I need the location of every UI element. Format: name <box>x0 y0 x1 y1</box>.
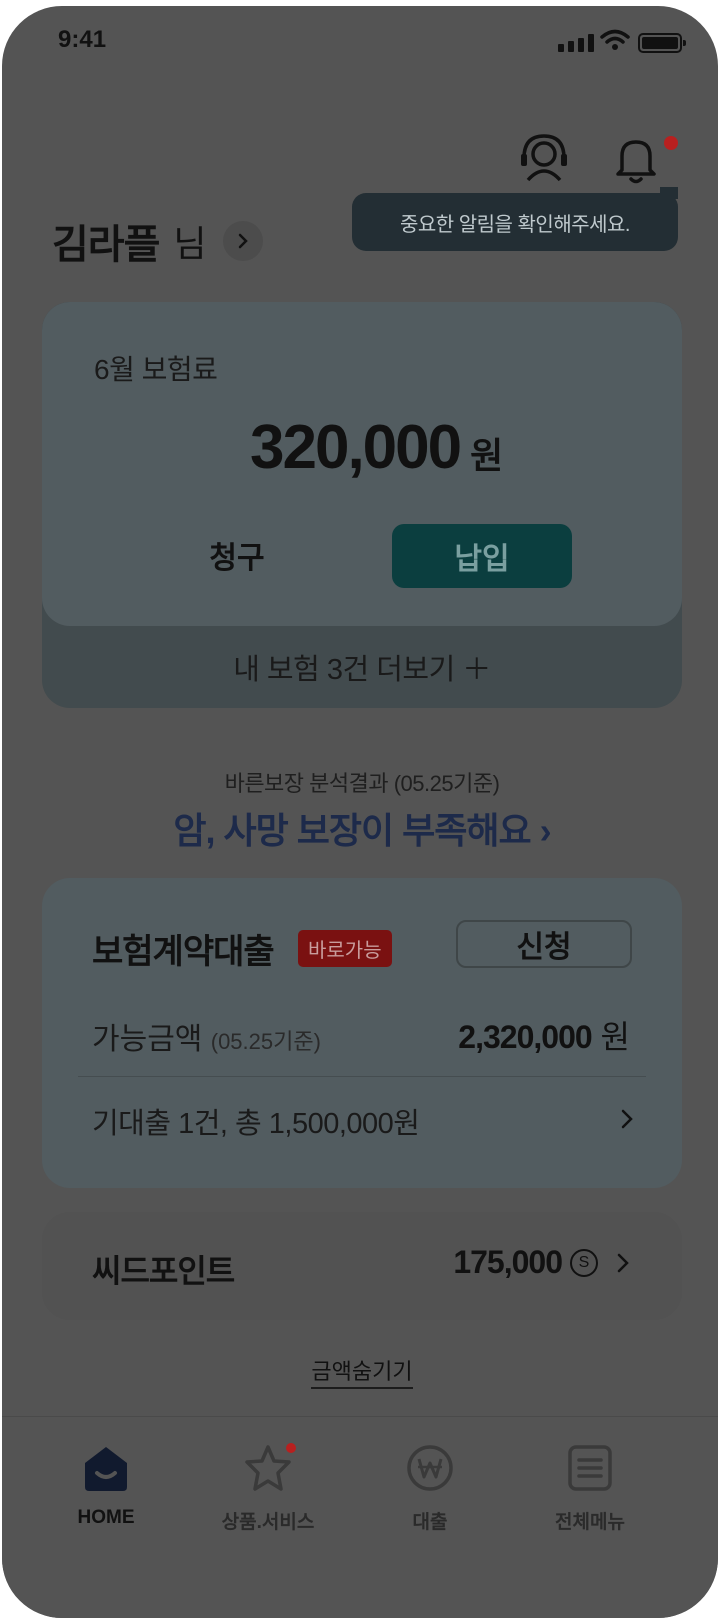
user-suffix: 님 <box>173 223 207 264</box>
existing-loan-text[interactable]: 기대출 1건, 총 1,500,000원 <box>92 1100 420 1142</box>
status-time: 9:41 <box>58 26 107 53</box>
battery-icon <box>638 33 686 53</box>
tooltip-text: 중요한 알림을 확인해주세요. <box>400 213 630 236</box>
user-name: 김라플 <box>52 223 160 267</box>
premium-amount: 320,000 원 <box>250 412 503 483</box>
hide-amount-label: 금액숨기기 <box>311 1359 413 1389</box>
point-balance: 175,000 S <box>453 1244 630 1281</box>
point-symbol-icon: S <box>570 1248 598 1277</box>
available-amount-value: 2,320,000 <box>458 1019 592 1055</box>
tab-new-badge-dot <box>286 1443 296 1453</box>
tab-label: 전체메뉴 <box>555 1512 625 1533</box>
tab-label: 상품.서비스 <box>221 1512 315 1533</box>
available-label-text: 가능금액 <box>92 1023 203 1056</box>
premium-month-label: 6월 보험료 <box>94 354 218 385</box>
pay-button[interactable]: 납입 <box>392 524 572 588</box>
signal-icon <box>558 34 594 52</box>
user-greeting[interactable]: 김라플 님 <box>52 212 263 270</box>
analysis-subtitle: 바른보장 분석결과 (05.25기준) <box>224 771 500 796</box>
status-bar: 9:41 <box>2 6 718 86</box>
point-value: 175,000 <box>453 1244 563 1280</box>
point-title: 씨드포인트 <box>92 1253 235 1289</box>
loan-title: 보험계약대출 <box>92 933 275 971</box>
available-amount-label: 가능금액 (05.25기준) <box>92 1014 321 1058</box>
loan-available-badge: 바로가능 <box>298 930 392 967</box>
notification-bell-icon[interactable] <box>612 134 660 186</box>
notification-tooltip[interactable]: 중요한 알림을 확인해주세요. <box>352 187 678 251</box>
premium-summary: 6월 보험료 320,000 원 청구 납입 <box>42 302 682 626</box>
tab-label: 대출 <box>412 1512 448 1533</box>
star-icon <box>245 1445 291 1491</box>
menu-icon <box>568 1445 612 1491</box>
available-amount-unit: 원 <box>600 1019 630 1055</box>
tab-full-menu[interactable]: 전체메뉴 <box>510 1443 670 1534</box>
tab-products-services[interactable]: 상품.서비스 <box>188 1443 348 1534</box>
phone-screen: 9:41 중요한 알림을 확인해주세요. 김라플 님 6월 보험료 320,00… <box>2 6 718 1618</box>
wifi-icon <box>600 29 630 50</box>
notification-badge-dot <box>664 136 678 150</box>
claim-button[interactable]: 청구 <box>172 524 302 586</box>
available-amount: 2,320,000 원 <box>458 1012 630 1058</box>
more-insurance-button[interactable]: 내 보험 3건 더보기 ＋ <box>42 626 682 708</box>
customer-support-icon[interactable] <box>518 132 570 184</box>
loan-apply-button[interactable]: 신청 <box>456 920 632 968</box>
premium-amount-value: 320,000 <box>250 413 462 482</box>
chevron-right-icon[interactable] <box>620 1108 634 1130</box>
home-icon <box>85 1447 127 1491</box>
tab-home[interactable]: HOME <box>26 1443 186 1529</box>
tab-loan[interactable]: 대출 <box>350 1443 510 1534</box>
chevron-right-icon[interactable] <box>616 1252 630 1274</box>
premium-card: 6월 보험료 320,000 원 청구 납입 내 보험 3건 더보기 ＋ <box>42 302 682 708</box>
premium-amount-unit: 원 <box>470 435 504 476</box>
hide-amount-link[interactable]: 금액숨기기 <box>2 1354 718 1389</box>
profile-chevron-icon[interactable] <box>222 221 263 261</box>
bottom-tab-bar: HOME 상품.서비스 대출 전체메뉴 <box>2 1416 718 1618</box>
tab-label: HOME <box>77 1507 135 1528</box>
loan-divider <box>78 1076 646 1077</box>
seed-point-card[interactable]: 씨드포인트 175,000 S <box>42 1212 682 1320</box>
policy-loan-card: 보험계약대출 바로가능 신청 가능금액 (05.25기준) 2,320,000 … <box>42 878 682 1188</box>
analysis-result-link[interactable]: 암, 사망 보장이 부족해요 › <box>2 802 718 854</box>
won-coin-icon <box>407 1445 453 1491</box>
available-date: (05.25기준) <box>210 1029 321 1054</box>
